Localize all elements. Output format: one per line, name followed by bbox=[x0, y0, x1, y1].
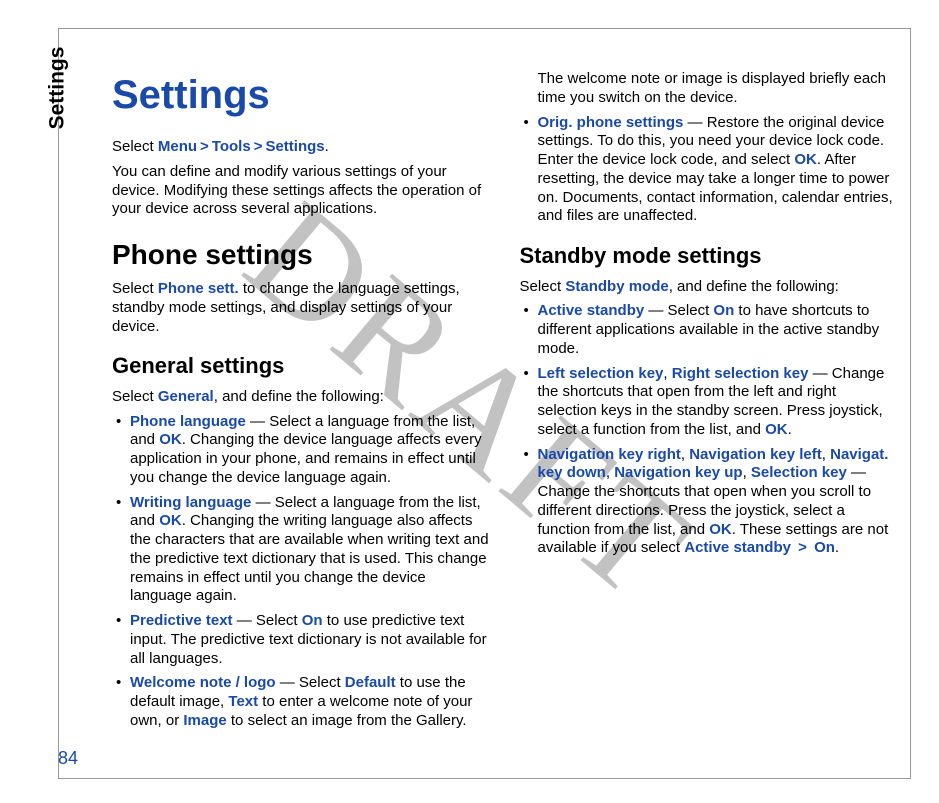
kw: OK bbox=[765, 421, 788, 438]
text: , bbox=[663, 365, 671, 382]
kw: Selection key bbox=[751, 464, 847, 481]
kw: On bbox=[302, 612, 323, 629]
kw: OK bbox=[159, 512, 182, 529]
general-kw: General bbox=[158, 388, 214, 405]
content-columns: Settings Select Menu>Tools>Settings. You… bbox=[112, 70, 899, 743]
text: — bbox=[683, 114, 706, 131]
gt-icon: > bbox=[791, 539, 814, 556]
page-title: Settings bbox=[112, 70, 492, 120]
text: — bbox=[246, 413, 269, 430]
text: . bbox=[325, 138, 329, 155]
text: . Changing the device language affects e… bbox=[130, 431, 482, 486]
kw: Predictive text bbox=[130, 612, 233, 629]
tools-kw: Tools bbox=[212, 138, 251, 155]
general-settings-heading: General settings bbox=[112, 352, 492, 380]
text: , bbox=[606, 464, 614, 481]
text: . bbox=[788, 421, 792, 438]
text: . Changing the writing language also aff… bbox=[130, 512, 489, 604]
kw: Navigation key right bbox=[538, 446, 681, 463]
text: Select bbox=[668, 302, 714, 319]
text: , and define the following: bbox=[669, 278, 839, 295]
kw: On bbox=[814, 539, 835, 556]
breadcrumb-line: Select Menu>Tools>Settings. bbox=[112, 138, 492, 157]
text: — bbox=[233, 612, 256, 629]
kw: Phone language bbox=[130, 413, 246, 430]
list-item: Writing language — Select a language fro… bbox=[112, 494, 492, 607]
list-item: Left selection key, Right selection key … bbox=[520, 365, 900, 440]
kw: Writing language bbox=[130, 494, 251, 511]
standby-intro: Select Standby mode, and define the foll… bbox=[520, 278, 900, 297]
list-item: Phone language — Select a language from … bbox=[112, 413, 492, 488]
gt-icon: > bbox=[197, 138, 212, 155]
kw: Navigation key up bbox=[614, 464, 742, 481]
text: Select bbox=[112, 280, 158, 297]
text: Select bbox=[112, 138, 158, 155]
kw: Right selection key bbox=[672, 365, 809, 382]
kw: Image bbox=[183, 712, 226, 729]
text: , bbox=[681, 446, 689, 463]
kw: Left selection key bbox=[538, 365, 664, 382]
list-item: Orig. phone settings — Restore the origi… bbox=[520, 114, 900, 227]
text: — bbox=[276, 674, 299, 691]
kw: OK bbox=[159, 431, 182, 448]
settings-kw: Settings bbox=[265, 138, 324, 155]
text: — bbox=[808, 365, 831, 382]
general-intro: Select General, and define the following… bbox=[112, 388, 492, 407]
list-item: Navigation key right, Navigation key lef… bbox=[520, 446, 900, 559]
kw: Text bbox=[228, 693, 258, 710]
kw: Welcome note / logo bbox=[130, 674, 276, 691]
text: — bbox=[251, 494, 274, 511]
kw: Active standby bbox=[684, 539, 791, 556]
phone-sett-kw: Phone sett. bbox=[158, 280, 239, 297]
kw: Navigation key left bbox=[689, 446, 822, 463]
standby-kw: Standby mode bbox=[565, 278, 668, 295]
standby-list: Active standby — Select On to have short… bbox=[520, 302, 900, 558]
kw: Default bbox=[345, 674, 396, 691]
text: . bbox=[835, 539, 839, 556]
kw: OK bbox=[794, 151, 817, 168]
list-item: Active standby — Select On to have short… bbox=[520, 302, 900, 358]
phone-settings-heading: Phone settings bbox=[112, 237, 492, 272]
text: , and define the following: bbox=[214, 388, 384, 405]
list-item: Predictive text — Select On to use predi… bbox=[112, 612, 492, 668]
phone-settings-body: Select Phone sett. to change the languag… bbox=[112, 280, 492, 336]
kw: On bbox=[713, 302, 734, 319]
kw: Orig. phone settings bbox=[538, 114, 684, 131]
side-tab-label: Settings bbox=[45, 47, 69, 130]
text: — bbox=[644, 302, 667, 319]
text: , bbox=[822, 446, 830, 463]
kw: Active standby bbox=[538, 302, 645, 319]
manual-page: Settings 84 DRAFT Settings Select Menu>T… bbox=[0, 0, 939, 803]
text: Select bbox=[112, 388, 158, 405]
side-tab: Settings bbox=[38, 28, 76, 148]
page-number: 84 bbox=[58, 748, 78, 769]
menu-kw: Menu bbox=[158, 138, 197, 155]
gt-icon: > bbox=[251, 138, 266, 155]
text: Select bbox=[520, 278, 566, 295]
text: Select bbox=[256, 612, 302, 629]
intro-paragraph: You can define and modify various settin… bbox=[112, 163, 492, 219]
kw: OK bbox=[709, 521, 732, 538]
text: — bbox=[847, 464, 866, 481]
text: , bbox=[743, 464, 751, 481]
standby-heading: Standby mode settings bbox=[520, 242, 900, 270]
text: Select bbox=[299, 674, 345, 691]
